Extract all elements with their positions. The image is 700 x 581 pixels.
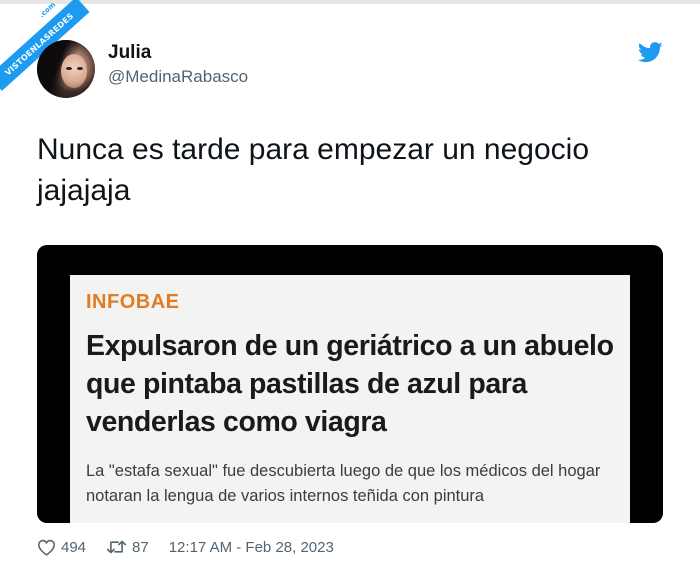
likes-value: 494 [61,538,87,556]
tweet-media-image[interactable]: INFOBAE Expulsaron de un geriátrico a un… [37,245,663,523]
twitter-bird-icon[interactable] [638,42,663,63]
retweets-value: 87 [132,538,149,556]
news-source: INFOBAE [86,291,180,313]
user-handle[interactable]: @MedinaRabasco [108,67,248,87]
news-headline: Expulsaron de un geriátrico a un abuelo … [86,330,614,438]
tweet-timestamp[interactable]: 12:17 AM - Feb 28, 2023 [169,539,334,556]
retweet-icon [106,540,127,554]
display-name[interactable]: Julia [108,42,151,64]
heart-icon [37,539,56,556]
avatar[interactable] [37,40,95,98]
likes-count[interactable]: 494 [37,539,86,556]
timestamp-value: 12:17 AM - Feb 28, 2023 [168,538,334,556]
retweets-count[interactable]: 87 [106,539,149,556]
news-summary: La "estafa sexual" fue descubierta luego… [86,462,601,505]
tweet-card: VISTOENLASREDES .com Julia @MedinaRabasc… [0,0,700,581]
tweet-stats: 494 87 12:17 AM - Feb 28, 2023 [37,536,334,558]
news-screenshot: INFOBAE Expulsaron de un geriátrico a un… [70,275,630,523]
tweet-text: Nunca es tarde para empezar un negocio j… [37,133,590,207]
